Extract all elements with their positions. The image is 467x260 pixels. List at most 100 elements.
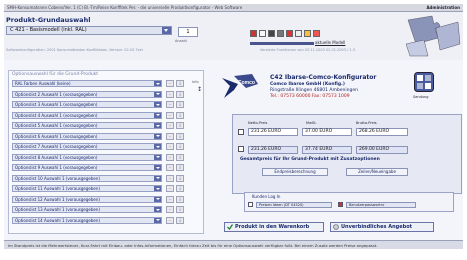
- option-select[interactable]: Optionslist 8 Auswahl 1 (vorausgegeben): [12, 153, 162, 161]
- add-to-cart-button[interactable]: Produkt in den Warenkorb: [224, 222, 324, 232]
- row1-net-field[interactable]: 231.26 EURO: [248, 128, 298, 136]
- help-puzzle-icon[interactable]: [414, 72, 434, 92]
- row1-checkbox[interactable]: [238, 129, 244, 135]
- option-info-button[interactable]: i: [176, 80, 184, 87]
- chevron-down-icon[interactable]: [154, 133, 161, 139]
- mail-icon[interactable]: [313, 30, 320, 37]
- option-info-button[interactable]: i: [176, 216, 184, 224]
- product-heading: Produkt-Grundauswahl: [6, 16, 91, 24]
- total-price-label: Gesamtpreis für Ihr Grund-Produkt mit Zu…: [240, 157, 380, 162]
- checkmark-icon: [227, 224, 233, 230]
- option-remove-button[interactable]: -: [166, 132, 174, 140]
- option-info-button[interactable]: i: [176, 195, 184, 203]
- chevron-down-icon[interactable]: [154, 165, 161, 170]
- login-checkbox[interactable]: [248, 202, 253, 207]
- option-select[interactable]: Optionslist 11 Auswahl 1 (vorausgegeben): [12, 185, 162, 192]
- row1-tax-field[interactable]: 37.00 EURO: [302, 128, 352, 136]
- option-remove-button[interactable]: -: [166, 185, 174, 192]
- reset-button[interactable]: Zeilen/Neueingabe: [346, 168, 408, 176]
- stop-icon[interactable]: [250, 30, 257, 37]
- chevron-down-icon[interactable]: [154, 217, 161, 223]
- option-info-button[interactable]: i: [176, 143, 184, 150]
- option-select[interactable]: Optionslist 5 Auswahl 1 (vorausgegeben): [12, 122, 162, 129]
- option-select[interactable]: Optionslist 12 Auswahl 1 (vorausgegeben): [12, 195, 162, 203]
- chevron-down-icon[interactable]: [154, 123, 161, 128]
- option-select[interactable]: Optionslist 10 Auswahl 1 (vorausgegeben): [12, 174, 162, 182]
- option-remove-button[interactable]: -: [166, 101, 174, 108]
- option-select-value: Optionslist 9 Auswahl 1 (vorausgegeben): [15, 165, 98, 170]
- option-remove-button[interactable]: -: [166, 80, 174, 87]
- chevron-down-icon[interactable]: [154, 144, 161, 149]
- option-remove-button[interactable]: -: [166, 90, 174, 98]
- document-icon[interactable]: [259, 30, 266, 37]
- chevron-down-icon[interactable]: [162, 27, 171, 34]
- quote-button[interactable]: Unverbindliches Angebot: [330, 222, 434, 232]
- option-select[interactable]: Optionslist 6 Auswahl 1 (vorausgegeben): [12, 132, 162, 140]
- chevron-down-icon[interactable]: [154, 102, 161, 107]
- option-remove-button[interactable]: -: [166, 216, 174, 224]
- chevron-down-icon[interactable]: [154, 91, 161, 97]
- option-select-value: Optionslist 2 Auswahl 1 (vorausgegeben): [15, 91, 98, 97]
- login-password-field[interactable]: Benutzerpasswortnr: [346, 202, 416, 208]
- model-slider[interactable]: [250, 42, 314, 45]
- options-title: Optionsauswahl für die Grund-Produkt: [12, 72, 99, 77]
- option-select[interactable]: Optionslist 9 Auswahl 1 (vorausgegeben): [12, 164, 162, 171]
- option-remove-button[interactable]: -: [166, 195, 174, 203]
- option-select[interactable]: RAL Farben Auswahl (keine): [12, 80, 162, 87]
- option-select-value: Optionslist 8 Auswahl 1 (vorausgegeben): [15, 154, 98, 160]
- product-select[interactable]: C 421 - Basismodell (inkl. RAL): [6, 26, 172, 35]
- quantity-label: Anzahl: [175, 39, 187, 43]
- option-info-button[interactable]: i: [176, 164, 184, 171]
- window-title: SMH-Konsumatsnen Cobens/Ver. 1 (C) Bl.-T…: [7, 5, 243, 10]
- option-select[interactable]: Optionslist 7 Auswahl 1 (vorausgegeben): [12, 143, 162, 150]
- option-info-button[interactable]: i: [176, 101, 184, 108]
- option-info-button[interactable]: i: [176, 153, 184, 161]
- option-remove-button[interactable]: -: [166, 122, 174, 129]
- option-info-button[interactable]: i: [176, 132, 184, 140]
- print-icon[interactable]: [295, 30, 302, 37]
- row1-gross-field[interactable]: 268.26 EURO: [356, 128, 408, 136]
- option-remove-button[interactable]: -: [166, 111, 174, 119]
- quantity-input[interactable]: 1: [178, 27, 198, 37]
- option-remove-button[interactable]: -: [166, 206, 174, 213]
- admin-link[interactable]: Administration: [426, 5, 460, 10]
- option-select[interactable]: Optionslist 3 Auswahl 1 (vorausgegeben): [12, 101, 162, 108]
- col-gross-label: Brutto-Preis: [356, 121, 377, 125]
- chevron-down-icon[interactable]: [154, 112, 161, 118]
- option-select[interactable]: Optionslist 13 Auswahl 1 (vorausgegeben): [12, 206, 162, 213]
- option-select-value: Optionslist 10 Auswahl 1 (vorausgegeben): [15, 175, 100, 181]
- option-info-button[interactable]: i: [176, 206, 184, 213]
- option-select[interactable]: Optionslist 4 Auswahl 1 (vorausgegeben): [12, 111, 162, 119]
- option-remove-button[interactable]: -: [166, 174, 174, 182]
- folder-icon[interactable]: [304, 30, 311, 37]
- option-info-button[interactable]: i: [176, 111, 184, 119]
- option-info-button[interactable]: i: [176, 90, 184, 98]
- delete-icon[interactable]: [286, 30, 293, 37]
- chevron-down-icon[interactable]: [154, 154, 161, 160]
- calculate-button[interactable]: Endpreisberechnung: [262, 168, 328, 176]
- row2-checkbox[interactable]: [238, 146, 244, 152]
- chevron-down-icon[interactable]: [154, 186, 161, 191]
- chevron-down-icon[interactable]: [154, 175, 161, 181]
- option-remove-button[interactable]: -: [166, 143, 174, 150]
- option-remove-button[interactable]: -: [166, 164, 174, 171]
- price-panel: [232, 114, 462, 194]
- chevron-down-icon[interactable]: [154, 196, 161, 202]
- back-icon[interactable]: [268, 30, 275, 37]
- option-info-button[interactable]: i: [176, 185, 184, 192]
- model-slider-label[interactable]: aktuelle Modell: [315, 40, 345, 45]
- product-select-value: C 421 - Basismodell (inkl. RAL): [10, 27, 87, 33]
- option-info-button[interactable]: i: [176, 174, 184, 182]
- option-select-value: Optionslist 3 Auswahl 1 (vorausgegeben): [15, 102, 98, 107]
- help-label[interactable]: Sendung: [413, 95, 428, 99]
- option-remove-button[interactable]: -: [166, 153, 174, 161]
- forward-icon[interactable]: [277, 30, 284, 37]
- option-select[interactable]: Optionslist 2 Auswahl 1 (vorausgegeben): [12, 90, 162, 98]
- scroll-down-icon[interactable]: ↕: [197, 86, 202, 93]
- option-select-value: Optionslist 7 Auswahl 1 (vorausgegeben): [15, 144, 98, 149]
- option-info-button[interactable]: i: [176, 122, 184, 129]
- login-user-select[interactable]: Preisen Ideen (DT 04520): [256, 202, 332, 208]
- chevron-down-icon[interactable]: [154, 207, 161, 212]
- option-select[interactable]: Optionslist 14 Auswahl 1 (vorausgegeben): [12, 216, 162, 224]
- chevron-down-icon[interactable]: [154, 81, 161, 86]
